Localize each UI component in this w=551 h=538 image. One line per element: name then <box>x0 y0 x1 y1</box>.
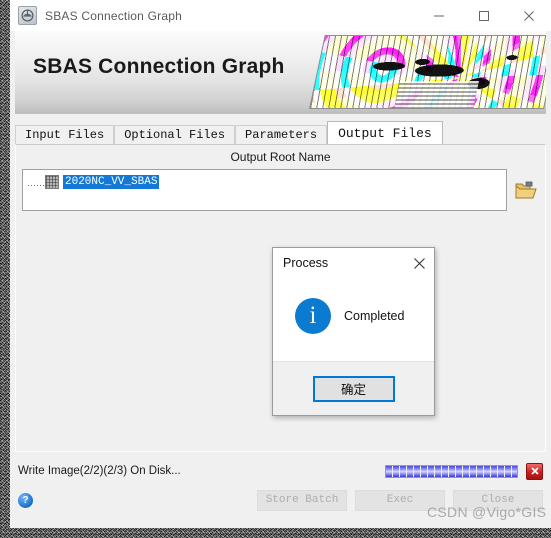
tree-line-icon <box>26 174 45 190</box>
progress-bar-fill <box>386 465 517 477</box>
list-item[interactable]: 2020NC_VV_SBAS <box>26 174 503 190</box>
progress-bar <box>385 464 518 478</box>
close-icon[interactable] <box>506 0 551 31</box>
tab-optional-files[interactable]: Optional Files <box>114 125 236 144</box>
dialog-footer: 确定 <box>273 361 434 415</box>
header-banner: SBAS Connection Graph <box>15 31 546 114</box>
app-logo-icon <box>18 6 37 25</box>
stop-x-icon[interactable] <box>526 462 543 480</box>
output-root-name-value: 2020NC_VV_SBAS <box>63 175 160 189</box>
maximize-icon[interactable] <box>461 0 506 31</box>
interferogram-image <box>309 35 546 109</box>
tab-output-files[interactable]: Output Files <box>327 121 443 144</box>
dialog-title: Process <box>283 256 329 270</box>
status-bar: Write Image(2/2)(2/3) On Disk... <box>18 462 543 480</box>
open-folder-icon[interactable] <box>513 169 539 211</box>
exec-button[interactable]: Exec <box>355 489 445 511</box>
dialog-ok-button[interactable]: 确定 <box>312 375 395 402</box>
title-bar: SBAS Connection Graph <box>10 0 551 31</box>
raster-grid-icon <box>45 175 59 189</box>
output-root-name-listbox[interactable]: 2020NC_VV_SBAS <box>22 169 507 211</box>
action-buttons: Store Batch Exec Close <box>257 489 543 511</box>
tab-parameters[interactable]: Parameters <box>235 125 328 144</box>
dialog-body: i Completed <box>273 278 434 361</box>
banner-title: SBAS Connection Graph <box>33 55 285 78</box>
minimize-icon[interactable] <box>416 0 461 31</box>
info-icon: i <box>295 297 331 334</box>
help-icon[interactable]: ? <box>18 492 33 508</box>
footer-bar: ? Store Batch Exec Close <box>18 489 543 511</box>
dialog-close-icon[interactable] <box>404 248 434 278</box>
output-root-name-row: 2020NC_VV_SBAS <box>22 169 539 211</box>
dialog-message: Completed <box>344 308 405 323</box>
output-root-name-label: Output Root Name <box>230 150 331 164</box>
store-batch-button[interactable]: Store Batch <box>257 489 347 511</box>
tab-input-files[interactable]: Input Files <box>15 125 115 144</box>
process-dialog: Process i Completed 确定 <box>272 247 435 416</box>
status-message: Write Image(2/2)(2/3) On Disk... <box>18 465 181 477</box>
window-controls <box>416 0 551 31</box>
tab-bar: Input Files Optional Files Parameters Ou… <box>15 121 546 144</box>
dialog-title-bar: Process <box>273 248 434 278</box>
window-title: SBAS Connection Graph <box>45 8 182 23</box>
close-button[interactable]: Close <box>453 489 543 511</box>
